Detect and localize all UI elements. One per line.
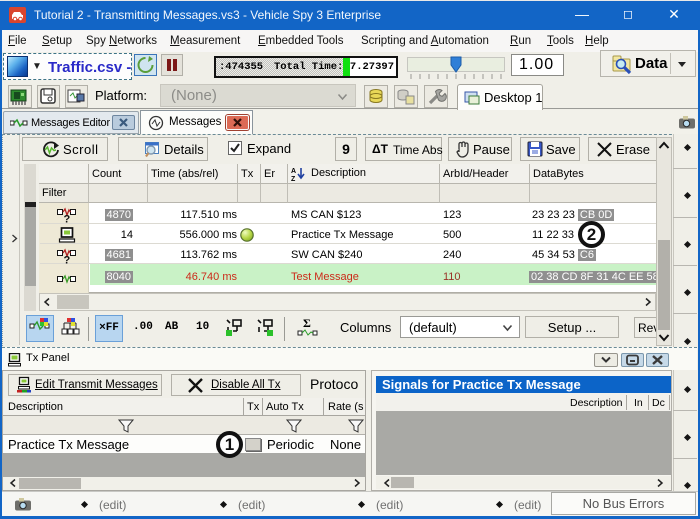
svg-text:?: ?: [64, 255, 71, 265]
svg-text:A: A: [291, 168, 296, 175]
svg-text:?: ?: [64, 214, 71, 224]
svg-text:Z: Z: [291, 176, 296, 181]
svg-text:Σ: Σ: [303, 316, 311, 330]
